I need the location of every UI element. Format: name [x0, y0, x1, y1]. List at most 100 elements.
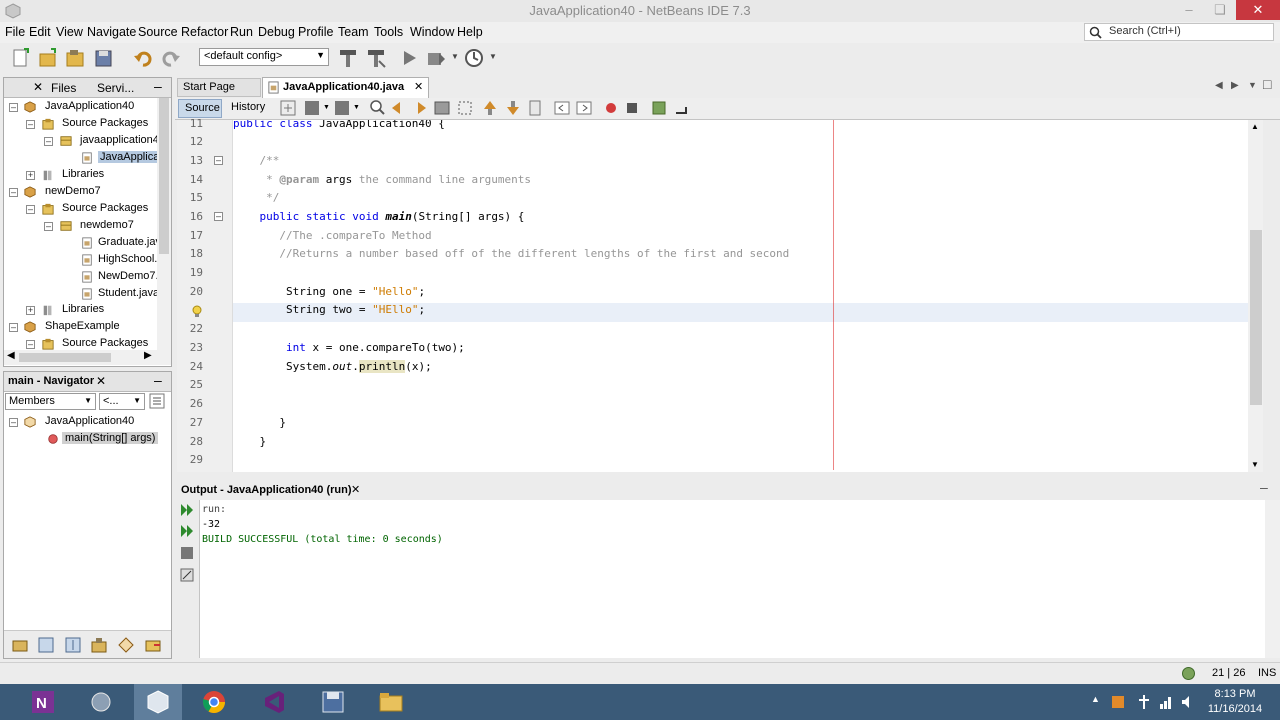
- find-previous-icon[interactable]: [389, 99, 407, 117]
- menu-debug[interactable]: Debug: [258, 25, 295, 39]
- volume-icon[interactable]: [1180, 694, 1196, 710]
- scroll-tabs-right-icon[interactable]: ▶: [1231, 80, 1239, 91]
- tree-item-selected[interactable]: JavaApplicat: [98, 151, 165, 163]
- maximize-editor-icon[interactable]: □: [1263, 76, 1271, 92]
- tab-list-dropdown-icon[interactable]: ▼: [1248, 80, 1257, 90]
- scroll-thumb[interactable]: [19, 353, 111, 362]
- tree-item[interactable]: Student.java: [98, 287, 159, 299]
- navigator-title[interactable]: main - Navigator: [8, 375, 94, 387]
- scroll-tabs-left-icon[interactable]: ◀: [1215, 80, 1223, 91]
- settings-icon[interactable]: [179, 567, 195, 583]
- filter-members-icon[interactable]: [117, 636, 135, 654]
- collapse-icon[interactable]: –: [9, 323, 18, 332]
- forward-dropdown-icon[interactable]: ▼: [353, 104, 360, 111]
- scroll-right-icon[interactable]: ▶: [144, 350, 152, 361]
- output-console[interactable]: run: -32 BUILD SUCCESSFUL (total time: 0…: [199, 500, 1265, 658]
- back-dropdown-icon[interactable]: ▼: [323, 104, 330, 111]
- fold-icon[interactable]: –: [214, 212, 223, 221]
- back-icon[interactable]: [303, 99, 321, 117]
- profile-dropdown-arrow[interactable]: ▼: [489, 52, 497, 61]
- output-vscroll[interactable]: [1265, 500, 1280, 658]
- collapse-icon[interactable]: –: [26, 205, 35, 214]
- rerun-icon[interactable]: [179, 502, 195, 518]
- navigator-class[interactable]: JavaApplication40: [45, 415, 134, 427]
- stop-macro-icon[interactable]: [623, 99, 641, 117]
- tree-item[interactable]: NewDemo7.j: [98, 270, 161, 282]
- minimize-icon[interactable]: –: [154, 78, 162, 94]
- rerun-options-icon[interactable]: [179, 523, 195, 539]
- collapse-icon[interactable]: –: [9, 103, 18, 112]
- menu-profile[interactable]: Profile: [298, 25, 333, 39]
- source-tab[interactable]: Source: [178, 99, 222, 118]
- close-icon[interactable]: ✕: [96, 374, 106, 388]
- network-icon[interactable]: [1158, 694, 1174, 710]
- menu-view[interactable]: View: [56, 25, 83, 39]
- visual-studio-taskbar-button[interactable]: [250, 684, 298, 720]
- tree-item[interactable]: Source Packages: [62, 337, 148, 349]
- notifications-icon[interactable]: [1181, 666, 1196, 681]
- maximize-button[interactable]: ❏: [1206, 0, 1234, 20]
- projects-hscroll[interactable]: ◀ ▶: [4, 350, 171, 365]
- history-tab[interactable]: History: [231, 101, 265, 113]
- tree-item[interactable]: newdemo7: [80, 219, 134, 231]
- debug-dropdown-arrow[interactable]: ▼: [451, 52, 459, 61]
- tray-app-icon[interactable]: [1110, 694, 1126, 710]
- debug-project-icon[interactable]: [425, 47, 447, 69]
- menu-window[interactable]: Window: [410, 25, 454, 39]
- shift-right-icon[interactable]: [575, 99, 593, 117]
- config-select[interactable]: <default config> ▼: [199, 48, 329, 66]
- toggle-highlight-icon[interactable]: [433, 99, 451, 117]
- forward-icon[interactable]: [333, 99, 351, 117]
- tree-item[interactable]: Source Packages: [62, 202, 148, 214]
- comment-icon[interactable]: [650, 99, 668, 117]
- tree-item[interactable]: Libraries: [62, 168, 104, 180]
- minimize-button[interactable]: –: [1175, 0, 1203, 20]
- collapse-icon[interactable]: –: [44, 137, 53, 146]
- menu-help[interactable]: Help: [457, 25, 483, 39]
- editor-scroll-thumb[interactable]: [1250, 230, 1262, 405]
- collapse-icon[interactable]: –: [26, 340, 35, 349]
- filter-nonpublic-icon[interactable]: [64, 636, 82, 654]
- shift-left-icon[interactable]: [553, 99, 571, 117]
- minimize-icon[interactable]: –: [154, 372, 162, 388]
- collapse-icon[interactable]: –: [9, 188, 18, 197]
- system-clock[interactable]: 8:13 PM 11/16/2014: [1200, 687, 1270, 717]
- tab-java-file[interactable]: JavaApplication40.java ✕: [262, 77, 429, 98]
- expand-icon[interactable]: +: [26, 171, 35, 180]
- tab-start-page[interactable]: Start Page: [177, 78, 261, 97]
- menu-source[interactable]: Source: [138, 25, 178, 39]
- tools-taskbar-button[interactable]: [77, 684, 125, 720]
- search-field[interactable]: Search (Ctrl+I): [1084, 23, 1274, 41]
- undo-icon[interactable]: [132, 47, 154, 69]
- close-icon[interactable]: ✕: [33, 80, 43, 94]
- navigator-options-icon[interactable]: [149, 393, 165, 409]
- floppy-taskbar-button[interactable]: [309, 684, 357, 720]
- file-explorer-taskbar-button[interactable]: [367, 684, 415, 720]
- menu-refactor[interactable]: Refactor: [181, 25, 228, 39]
- output-title[interactable]: Output - JavaApplication40 (run): [181, 484, 352, 496]
- onenote-taskbar-button[interactable]: N: [19, 684, 67, 720]
- expand-icon[interactable]: +: [26, 306, 35, 315]
- netbeans-taskbar-button[interactable]: [134, 684, 182, 720]
- tree-item[interactable]: ShapeExample: [45, 320, 120, 332]
- profile-project-icon[interactable]: [463, 47, 485, 69]
- next-bookmark-icon[interactable]: [504, 99, 522, 117]
- fold-icon[interactable]: –: [214, 156, 223, 165]
- tree-item[interactable]: newDemo7: [45, 185, 101, 197]
- scroll-down-icon[interactable]: ▼: [1251, 460, 1259, 469]
- previous-bookmark-icon[interactable]: [481, 99, 499, 117]
- tree-item[interactable]: javaapplication40: [80, 134, 165, 146]
- lightbulb-hint-icon[interactable]: [191, 305, 203, 319]
- new-file-icon[interactable]: [10, 47, 32, 69]
- build-project-icon[interactable]: [337, 47, 359, 69]
- code-editor[interactable]: public class JavaApplication40 { /** * @…: [233, 120, 1248, 472]
- last-edit-icon[interactable]: [279, 99, 297, 117]
- scroll-thumb[interactable]: [159, 98, 169, 254]
- redo-icon[interactable]: [160, 47, 182, 69]
- minimize-icon[interactable]: –: [1260, 479, 1268, 495]
- tree-item[interactable]: HighSchool.j: [98, 253, 160, 265]
- menu-file[interactable]: File: [5, 25, 25, 39]
- stop-icon[interactable]: [179, 545, 195, 561]
- toggle-rect-selection-icon[interactable]: [456, 99, 474, 117]
- menu-run[interactable]: Run: [230, 25, 253, 39]
